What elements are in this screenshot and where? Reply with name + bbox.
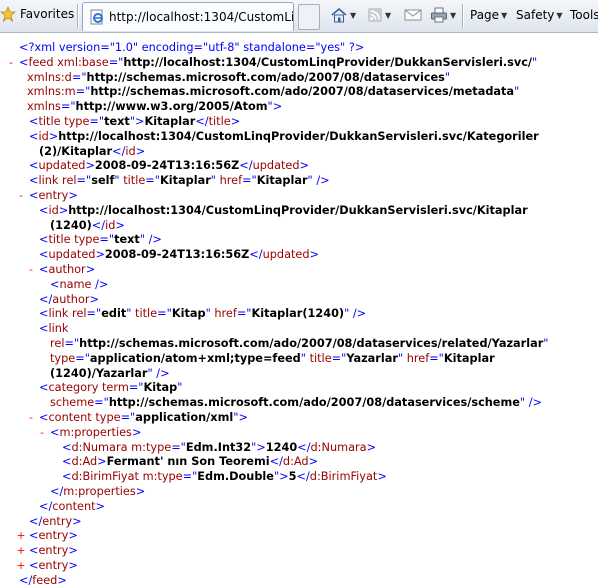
- mail-icon: [404, 9, 422, 21]
- expand-entry-toggle[interactable]: +: [15, 544, 27, 559]
- feed-open-tag: - <feed xml:base="http://localhost:1304/C…: [0, 56, 598, 71]
- expand-entry-toggle[interactable]: +: [15, 529, 27, 544]
- category-scheme: scheme="http://schemas.microsoft.com/ado…: [50, 396, 542, 410]
- author-close-tag: </author>: [39, 292, 99, 306]
- entry-id-element: <id>http://localhost:1304/CustomLinqProv…: [39, 203, 528, 217]
- collapse-properties-toggle[interactable]: -: [36, 426, 48, 441]
- chevron-down-icon: ▼: [556, 10, 563, 20]
- tools-menu-label: Tools: [570, 8, 598, 22]
- category-element: <category term="Kitap": [39, 381, 183, 395]
- chevron-down-icon[interactable]: ▼: [350, 11, 356, 20]
- feed-id-continued: (2)/Kitaplar</id>: [39, 144, 146, 158]
- home-icon: [331, 7, 347, 23]
- entry-title-element: <title type="text" />: [39, 233, 162, 247]
- tab-current-page[interactable]: http://localhost:1304/CustomLinqPr...: [82, 2, 294, 31]
- collapse-author-toggle[interactable]: -: [25, 263, 37, 278]
- entry-open-tag: - <entry>: [0, 189, 598, 204]
- related-link-href-continued: (1240)/Yazarlar" />: [50, 366, 170, 380]
- safety-menu-label: Safety: [516, 8, 555, 22]
- content-close-tag: </content>: [39, 499, 106, 513]
- xmlns-m-attr: xmlns:m="http://schemas.microsoft.com/ad…: [27, 85, 520, 99]
- chevron-down-icon[interactable]: ▼: [385, 11, 391, 20]
- ie-page-icon: [90, 9, 103, 25]
- page-menu[interactable]: Page ▼: [470, 6, 507, 24]
- collapsed-entry: + <entry>: [15, 558, 78, 574]
- chevron-down-icon[interactable]: ▼: [450, 11, 456, 20]
- xml-declaration: <?xml version="1.0" encoding="utf-8" sta…: [19, 41, 365, 54]
- xmlns-attr: xmlns="http://www.w3.org/2005/Atom">: [27, 100, 283, 114]
- feed-title-element: <title type="text">Kitaplar</title>: [29, 114, 241, 128]
- edit-link-element: <link rel="edit" title="Kitap" href="Kit…: [39, 307, 367, 321]
- related-link-type: type="application/atom+xml;type=feed" ti…: [50, 351, 495, 365]
- numara-property: <d:Numara m:type="Edm.Int32">1240</d:Num…: [62, 440, 377, 454]
- read-mail-button[interactable]: [404, 6, 422, 24]
- feeds-button[interactable]: ▼: [367, 6, 391, 24]
- author-name-element: <name />: [50, 277, 109, 291]
- collapse-entry-toggle[interactable]: -: [15, 189, 27, 204]
- collapsed-entry: + <entry>: [15, 544, 78, 559]
- feed-close-tag: </feed>: [19, 573, 67, 587]
- author-open-tag: - <author>: [0, 263, 598, 278]
- xml-document: <?xml version="1.0" encoding="utf-8" sta…: [0, 41, 598, 588]
- feed-id-element: <id>http://localhost:1304/CustomLinqProv…: [29, 129, 539, 143]
- birimfiyat-property: <d:BirimFiyat m:type="Edm.Double">5</d:B…: [62, 470, 387, 484]
- related-link-rel: rel="http://schemas.microsoft.com/ado/20…: [50, 336, 549, 350]
- collapsed-entry: + <entry>: [15, 529, 78, 544]
- entry-id-continued: (1240)</id>: [50, 218, 125, 232]
- home-button[interactable]: ▼: [330, 6, 356, 24]
- collapse-feed-toggle[interactable]: -: [5, 56, 17, 71]
- toolbar-separator: [462, 4, 463, 28]
- content-open-tag: - <content type="application/xml">: [0, 411, 598, 426]
- entry-updated-element: <updated>2008-09-24T13:16:56Z</updated>: [39, 248, 320, 262]
- chevron-down-icon: ▼: [501, 10, 508, 20]
- rss-feed-icon: [368, 8, 382, 22]
- entry-close-tag: </entry>: [29, 514, 82, 528]
- ad-property: <d:Ad>Fermant' nın Son Teoremi</d:Ad>: [62, 455, 319, 469]
- properties-close-tag: </m:properties>: [50, 484, 146, 498]
- safety-menu[interactable]: Safety ▼: [516, 6, 563, 24]
- star-icon: [0, 6, 16, 22]
- print-button[interactable]: ▼: [430, 6, 456, 24]
- print-icon: [431, 7, 447, 23]
- feed-link-element: <link rel="self" title="Kitaplar" href="…: [29, 174, 330, 188]
- tools-menu[interactable]: Tools: [570, 6, 598, 24]
- favorites-label: Favorites: [20, 7, 75, 21]
- feed-updated-element: <updated>2008-09-24T13:16:56Z</updated>: [29, 159, 310, 173]
- collapse-content-toggle[interactable]: -: [25, 411, 37, 426]
- command-toolbar: Favorites http://localhost:1304/CustomLi…: [0, 0, 598, 33]
- related-link-open: <link: [39, 322, 69, 336]
- toolbar-separator: [77, 4, 78, 28]
- properties-open-tag: - <m:properties>: [0, 426, 598, 441]
- page-menu-label: Page: [470, 8, 500, 22]
- xmlns-d-attr: xmlns:d="http://schemas.microsoft.com/ad…: [27, 70, 451, 84]
- favorites-button[interactable]: Favorites: [0, 6, 74, 22]
- tab-title: http://localhost:1304/CustomLinqPr...: [109, 10, 293, 24]
- new-tab-button[interactable]: [298, 4, 320, 30]
- expand-entry-toggle[interactable]: +: [15, 559, 27, 574]
